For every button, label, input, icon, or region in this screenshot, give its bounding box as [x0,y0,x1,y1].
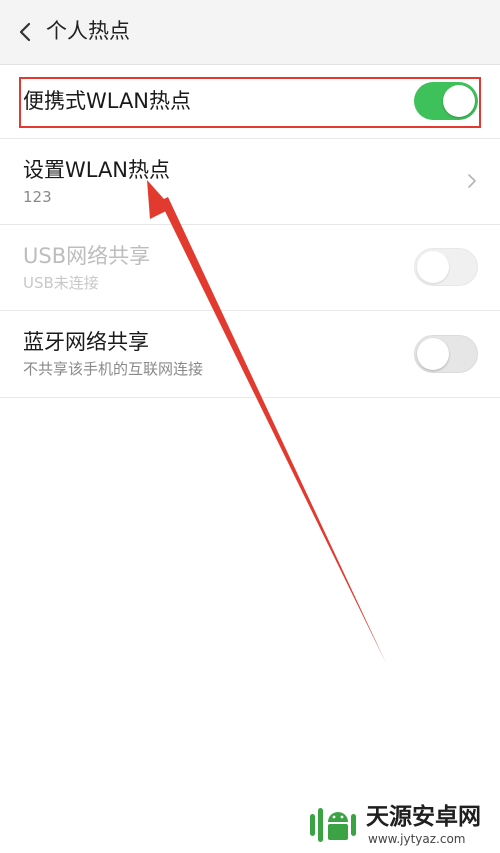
page-title: 个人热点 [46,19,130,43]
row-title: 设置WLAN热点 [23,158,171,182]
portable-hotspot-switch[interactable] [414,82,478,120]
chevron-left-icon[interactable] [14,20,38,44]
row-title: USB网络共享 [23,244,151,268]
row-setup-wlan-hotspot[interactable]: 设置WLAN热点 123 [0,139,500,225]
chevron-right-icon [468,174,476,188]
bluetooth-tethering-switch[interactable] [414,335,478,373]
switch-knob [417,338,449,370]
watermark: 天源安卓网 www.jytyaz.com [308,800,498,848]
row-subtitle: 123 [23,188,52,206]
usb-tethering-switch [414,248,478,286]
row-subtitle: USB未连接 [23,274,99,292]
watermark-brand: 天源安卓网 [366,804,481,830]
watermark-url: www.jytyaz.com [368,832,466,846]
row-portable-wlan-hotspot[interactable]: 便携式WLAN热点 [0,65,500,139]
switch-knob [443,85,475,117]
row-title: 便携式WLAN热点 [23,89,192,113]
row-subtitle: 不共享该手机的互联网连接 [23,360,204,378]
row-usb-tethering: USB网络共享 USB未连接 [0,225,500,311]
top-app-bar: 个人热点 [0,0,500,65]
row-bluetooth-tethering[interactable]: 蓝牙网络共享 不共享该手机的互联网连接 [0,311,500,398]
android-logo-icon [310,808,356,842]
hotspot-settings-screen: 个人热点 便携式WLAN热点 设置WLAN热点 123 USB网络共享 USB未… [0,0,500,853]
row-title: 蓝牙网络共享 [23,330,149,354]
switch-knob [417,251,449,283]
